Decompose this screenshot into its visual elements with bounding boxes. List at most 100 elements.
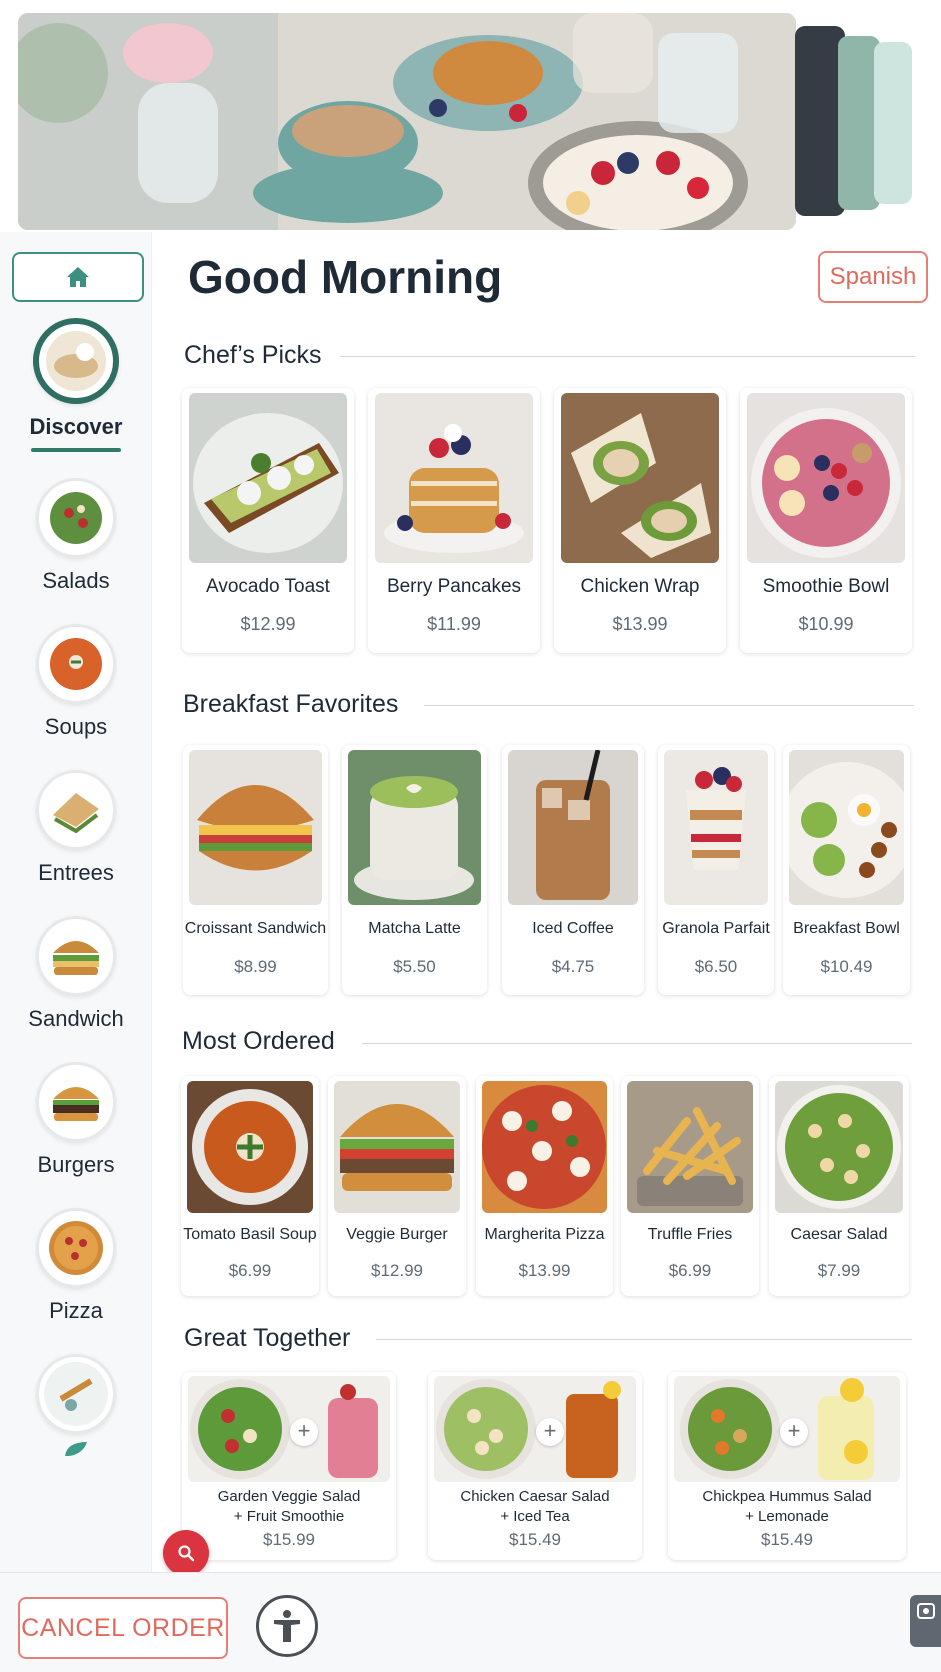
- combo-name-line1: Chicken Caesar Salad: [460, 1488, 610, 1505]
- item-name: Matcha Latte: [368, 920, 461, 937]
- item-name: Iced Coffee: [532, 920, 614, 937]
- bottom-action-bar: CANCEL ORDER: [0, 1572, 941, 1672]
- item-name: Smoothie Bowl: [762, 576, 890, 597]
- sidebar-item-burgers[interactable]: Burgers: [0, 1062, 152, 1178]
- section-title-most-ordered: Most Ordered: [182, 1027, 335, 1055]
- item-name: Breakfast Bowl: [793, 920, 900, 937]
- language-toggle-button[interactable]: Spanish: [818, 251, 928, 303]
- combo-name-line1: Chickpea Hummus Salad: [702, 1488, 872, 1505]
- sidebar-item-label: Sandwich: [28, 1006, 124, 1031]
- plus-icon: +: [290, 1418, 318, 1446]
- sidebar-item-label: Pizza: [49, 1298, 103, 1323]
- menu-card-croissant-sandwich[interactable]: Croissant Sandwich $8.99: [183, 745, 328, 995]
- search-button[interactable]: [163, 1530, 209, 1576]
- sandwich-icon: [36, 916, 116, 996]
- menu-card-granola-parfait[interactable]: Granola Parfait $6.50: [658, 745, 774, 995]
- item-name: Granola Parfait: [662, 920, 770, 937]
- menu-card-caesar-salad[interactable]: Caesar Salad $7.99: [769, 1076, 909, 1296]
- combo-price: $15.99: [263, 1530, 315, 1549]
- menu-card-veggie-burger[interactable]: Veggie Burger $12.99: [328, 1076, 466, 1296]
- menu-card-berry-pancakes[interactable]: Berry Pancakes $11.99: [368, 388, 540, 653]
- item-price: $4.75: [551, 957, 595, 976]
- item-price: $10.49: [820, 957, 873, 976]
- menu-card-avocado-toast[interactable]: Avocado Toast $12.99: [182, 388, 354, 653]
- sidebar-item-discover[interactable]: Discover: [0, 318, 152, 452]
- item-price: $11.99: [427, 614, 481, 634]
- combo-name-line2: + Fruit Smoothie: [233, 1508, 345, 1525]
- item-name: Chicken Wrap: [580, 576, 700, 597]
- menu-card-truffle-fries[interactable]: Truffle Fries $6.99: [621, 1076, 759, 1296]
- pizza-icon: [36, 1208, 116, 1288]
- more-category-icon: [36, 1354, 116, 1434]
- item-name: Margherita Pizza: [484, 1226, 605, 1243]
- plus-icon: +: [536, 1418, 564, 1446]
- search-icon: [178, 1545, 195, 1562]
- home-icon: [67, 267, 89, 287]
- section-divider: [424, 705, 914, 706]
- sidebar-item-entrees[interactable]: Entrees: [0, 770, 152, 886]
- item-price: $6.99: [668, 1261, 712, 1280]
- sidebar-item-pizza[interactable]: Pizza: [0, 1208, 152, 1324]
- home-button[interactable]: [12, 252, 144, 302]
- item-name: Tomato Basil Soup: [183, 1226, 317, 1243]
- sidebar-item-salads[interactable]: Salads: [0, 478, 152, 594]
- hero-banner-image: [18, 13, 796, 230]
- food-image: [375, 393, 533, 563]
- combo-price: $15.49: [761, 1530, 813, 1549]
- menu-card-chicken-wrap[interactable]: Chicken Wrap $13.99: [554, 388, 726, 653]
- menu-card-margherita-pizza[interactable]: Margherita Pizza $13.99: [476, 1076, 613, 1296]
- item-name: Veggie Burger: [346, 1226, 448, 1243]
- menu-card-matcha-latte[interactable]: Matcha Latte $5.50: [342, 745, 487, 995]
- salad-icon: [36, 478, 116, 558]
- menu-card-tomato-basil-soup[interactable]: Tomato Basil Soup $6.99: [181, 1076, 319, 1296]
- food-image: [334, 1081, 460, 1213]
- menu-card-smoothie-bowl[interactable]: Smoothie Bowl $10.99: [740, 388, 912, 653]
- plus-icon: +: [780, 1418, 808, 1446]
- section-title-great-together: Great Together: [184, 1324, 351, 1352]
- combo-name-line2: + Lemonade: [745, 1508, 829, 1525]
- combo-card-chicken-caesar[interactable]: + Chicken Caesar Salad + Iced Tea $15.49: [428, 1372, 642, 1560]
- combo-price: $15.49: [509, 1530, 561, 1549]
- category-sidebar: Discover Salads Soups Entrees Sandwich B…: [0, 232, 152, 1572]
- section-title-breakfast-favorites: Breakfast Favorites: [183, 690, 399, 718]
- leaf-icon: [65, 1442, 87, 1456]
- section-divider: [362, 1043, 912, 1044]
- soup-icon: [36, 624, 116, 704]
- item-name: Berry Pancakes: [386, 576, 522, 597]
- menu-card-breakfast-bowl[interactable]: Breakfast Bowl $10.49: [783, 745, 910, 995]
- combo-card-chickpea-hummus[interactable]: + Chickpea Hummus Salad + Lemonade $15.4…: [668, 1372, 906, 1560]
- combo-card-garden-veggie[interactable]: + Garden Veggie Salad + Fruit Smoothie $…: [182, 1372, 396, 1560]
- accessibility-icon: [274, 1610, 300, 1642]
- food-image: [348, 750, 481, 905]
- burger-icon: [36, 1062, 116, 1142]
- item-price: $13.99: [518, 1261, 571, 1280]
- section-divider: [340, 356, 915, 357]
- discover-thumb-icon: [33, 318, 119, 404]
- side-tab-handle[interactable]: [910, 1595, 941, 1647]
- item-price: $5.50: [393, 957, 436, 976]
- combo-name-line2: + Iced Tea: [500, 1508, 570, 1525]
- greeting-title: Good Morning: [188, 251, 503, 303]
- sidebar-item-soups[interactable]: Soups: [0, 624, 152, 740]
- banner-stack-layer: [874, 42, 912, 204]
- sidebar-item-label: Entrees: [38, 860, 114, 885]
- food-image: [189, 750, 322, 905]
- combo-name-line1: Garden Veggie Salad: [217, 1488, 361, 1505]
- sidebar-item-sandwich[interactable]: Sandwich: [0, 916, 152, 1032]
- item-name: Caesar Salad: [790, 1226, 888, 1243]
- item-price: $13.99: [612, 614, 668, 634]
- food-image: [508, 750, 638, 905]
- item-price: $8.99: [234, 957, 277, 976]
- sidebar-item-more[interactable]: [0, 1354, 152, 1465]
- item-price: $10.99: [798, 614, 854, 634]
- section-title-chefs-picks: Chef’s Picks: [184, 341, 322, 369]
- sidebar-item-label: Salads: [42, 568, 110, 593]
- menu-card-iced-coffee[interactable]: Iced Coffee $4.75: [502, 745, 644, 995]
- food-image: [775, 1081, 903, 1213]
- food-image: [187, 1081, 313, 1213]
- food-image: [482, 1081, 607, 1213]
- active-indicator: [31, 448, 121, 452]
- item-price: $7.99: [817, 1261, 861, 1280]
- cancel-order-button[interactable]: CANCEL ORDER: [18, 1597, 228, 1659]
- accessibility-button[interactable]: [256, 1595, 318, 1657]
